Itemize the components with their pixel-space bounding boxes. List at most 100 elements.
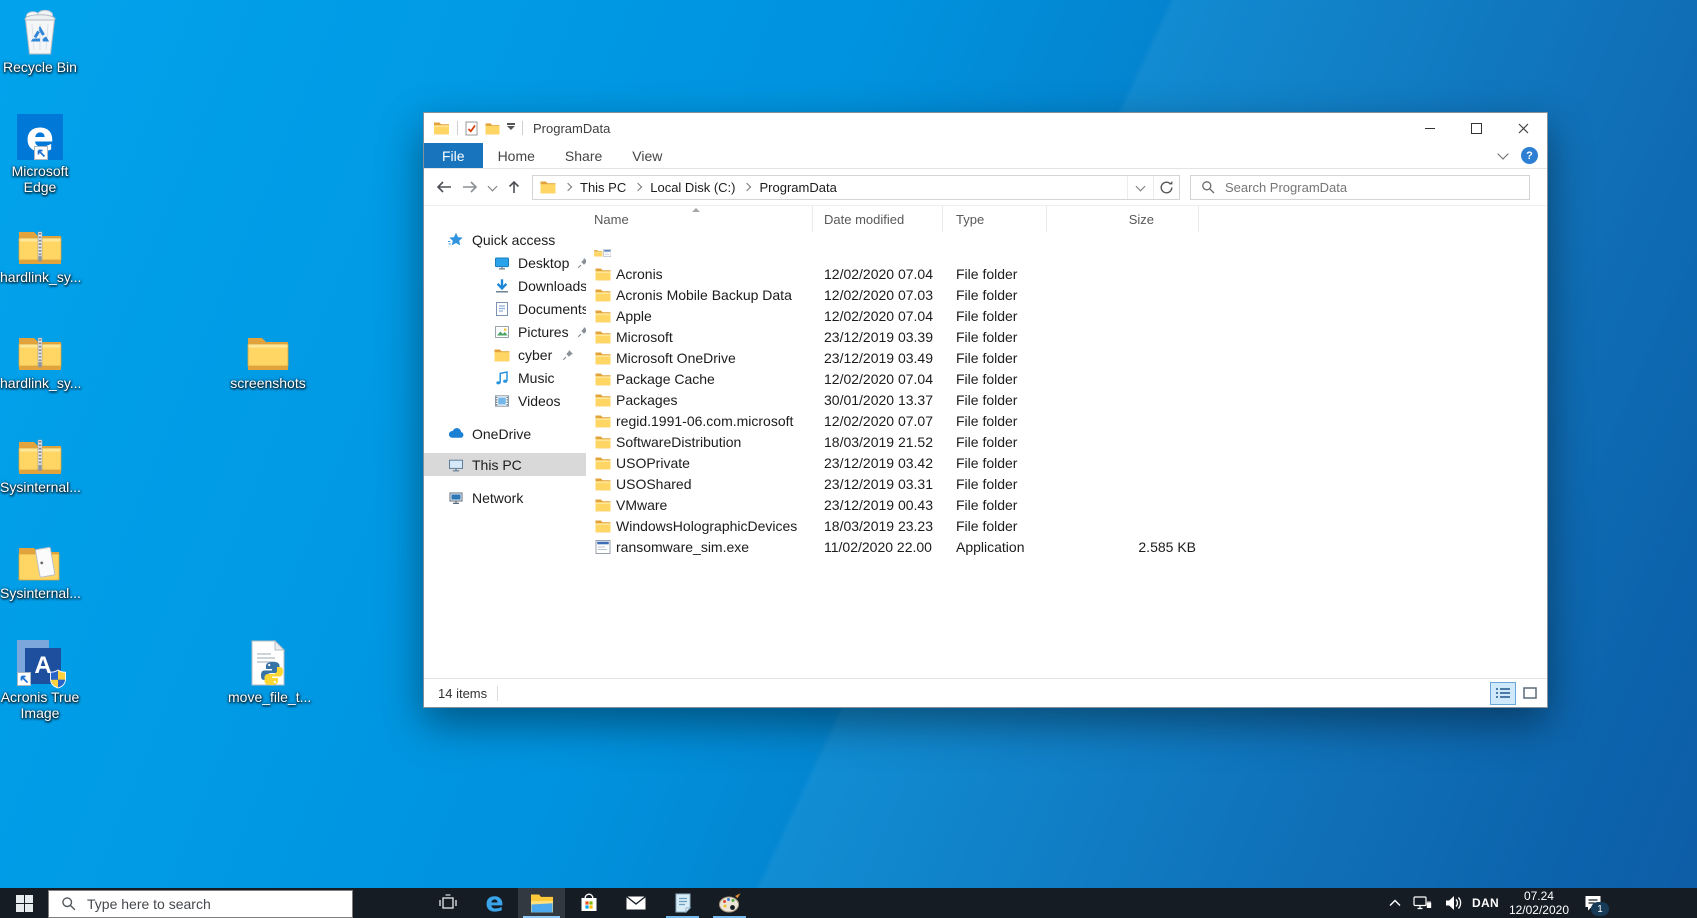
sidebar-item-videos[interactable]: Videos [424, 389, 586, 412]
recent-locations-button[interactable] [483, 174, 501, 201]
date: 12/02/2020 [1509, 903, 1569, 917]
sidebar-item-onedrive[interactable]: OneDrive [424, 422, 586, 445]
file-row[interactable]: VMware 23/12/2019 00.43 File folder [586, 494, 1547, 515]
breadcrumb-local-disk-c[interactable]: Local Disk (C:) [648, 180, 737, 195]
task-view-button[interactable] [424, 888, 471, 918]
file-row[interactable]: Microsoft OneDrive 23/12/2019 03.49 File… [586, 347, 1547, 368]
customize-qat-chevron-icon[interactable] [507, 126, 515, 130]
folder-icon [595, 288, 611, 302]
start-button[interactable] [0, 888, 48, 918]
tab-share[interactable]: Share [550, 143, 617, 168]
column-header-size[interactable]: Size [1047, 206, 1199, 232]
back-button[interactable] [431, 174, 457, 201]
new-folder-button[interactable] [485, 122, 500, 135]
tray-expand-button[interactable] [1389, 899, 1401, 907]
folder-icon [595, 498, 611, 512]
sidebar-item-this-pc[interactable]: This PC [424, 453, 586, 476]
taskbar-edge-button[interactable] [471, 888, 518, 918]
close-button[interactable] [1500, 113, 1547, 143]
sidebar-item-downloads[interactable]: Downloads [424, 274, 586, 297]
file-type: File folder [943, 497, 1047, 513]
breadcrumb-this-pc[interactable]: This PC [578, 180, 628, 195]
sidebar-item-pictures[interactable]: Pictures [424, 320, 586, 343]
file-row[interactable]: regid.1991-06.com.microsoft 12/02/2020 0… [586, 410, 1547, 431]
clock[interactable]: 07.24 12/02/2020 [1509, 889, 1569, 917]
minimize-button[interactable] [1406, 113, 1453, 143]
file-icon [594, 455, 611, 471]
properties-button[interactable] [465, 121, 478, 136]
sidebar-item-desktop[interactable]: Desktop [424, 251, 586, 274]
file-date-modified: 23/12/2019 03.31 [813, 476, 943, 492]
help-button[interactable] [1521, 147, 1538, 164]
taskbar-notepad-button[interactable] [659, 888, 706, 918]
refresh-button[interactable] [1153, 176, 1179, 199]
tab-home[interactable]: Home [483, 143, 550, 168]
file-row[interactable]: Acronis 12/02/2020 07.04 File folder [586, 263, 1547, 284]
expand-ribbon-chevron-icon[interactable] [1497, 148, 1508, 159]
sidebar-label: Quick access [472, 232, 555, 248]
window-folder-icon[interactable] [433, 121, 450, 135]
sidebar-item-documents[interactable]: Documents [424, 297, 586, 320]
column-header-type[interactable]: Type [943, 206, 1047, 232]
explorer-window: ProgramData File Home Share View [423, 112, 1548, 708]
desktop-icon-sysinternals-folder[interactable]: Sysinternal... [0, 534, 80, 601]
file-name: USOShared [616, 476, 691, 492]
maximize-button[interactable] [1453, 113, 1500, 143]
file-type: File folder [943, 476, 1047, 492]
desktop-icon-label: hardlink_sy... [0, 375, 80, 391]
file-row[interactable]: Microsoft 23/12/2019 03.39 File folder [586, 326, 1547, 347]
details-view-button[interactable] [1491, 683, 1515, 704]
file-type: File folder [943, 392, 1047, 408]
tab-file[interactable]: File [424, 143, 483, 168]
tray-volume-button[interactable] [1444, 895, 1462, 911]
folder-icon [246, 324, 290, 372]
desktop-icon-hardlink-zip-2[interactable]: hardlink_sy... [0, 324, 80, 391]
file-row[interactable]: Acronis Mobile Backup Data 12/02/2020 07… [586, 284, 1547, 305]
sidebar-item-cyber[interactable]: cyber [424, 343, 586, 366]
address-bar[interactable]: This PC Local Disk (C:) ProgramData [532, 175, 1180, 200]
desktop-icon-sysinternals-zip[interactable]: Sysinternal... [0, 428, 80, 495]
sidebar-item-quick-access[interactable]: Quick access [424, 228, 586, 251]
sidebar-item-network[interactable]: Network [424, 486, 586, 509]
title-bar: ProgramData [424, 113, 1547, 143]
explorer-search-input[interactable] [1223, 179, 1529, 196]
language-indicator[interactable]: DAN [1472, 896, 1499, 910]
column-header-name[interactable]: Name [586, 206, 813, 232]
taskbar-store-button[interactable] [565, 888, 612, 918]
desktop-icon-microsoft-edge[interactable]: Microsoft Edge [0, 112, 80, 195]
thumbnail-view-button[interactable] [1518, 683, 1542, 704]
file-row[interactable]: Apple 12/02/2020 07.04 File folder [586, 305, 1547, 326]
tab-view[interactable]: View [617, 143, 677, 168]
taskbar-file-explorer-button[interactable] [518, 888, 565, 918]
tray-network-button[interactable] [1413, 895, 1432, 911]
file-row[interactable]: ransomware_sim.exe 11/02/2020 22.00 Appl… [586, 536, 1547, 557]
taskbar-paint-button[interactable] [706, 888, 753, 918]
action-center-button[interactable]: 1 [1583, 893, 1603, 913]
taskbar-mail-button[interactable] [612, 888, 659, 918]
column-header-date-modified[interactable]: Date modified [813, 206, 943, 232]
file-row[interactable]: Packages 30/01/2020 13.37 File folder [586, 389, 1547, 410]
taskbar-search-box[interactable] [48, 890, 353, 918]
minimize-icon [1425, 128, 1435, 129]
network-icon [448, 490, 464, 506]
file-name: regid.1991-06.com.microsoft [616, 413, 793, 429]
file-row[interactable]: WindowsHolographicDevices 18/03/2019 23.… [586, 515, 1547, 536]
desktop-icon-recycle-bin[interactable]: Recycle Bin [0, 8, 80, 75]
desktop-icon-acronis-true-image[interactable]: Acronis True Image [0, 638, 80, 721]
up-button[interactable] [501, 174, 527, 201]
desktop-icon-move-file-script[interactable]: move_file_t... [228, 638, 308, 705]
desktop-icon-screenshots[interactable]: screenshots [228, 324, 308, 391]
file-row[interactable] [586, 242, 1547, 263]
sidebar-item-music[interactable]: Music [424, 366, 586, 389]
file-row[interactable]: USOPrivate 23/12/2019 03.42 File folder [586, 452, 1547, 473]
address-dropdown-button[interactable] [1127, 176, 1153, 199]
file-row[interactable]: USOShared 23/12/2019 03.31 File folder [586, 473, 1547, 494]
file-row[interactable]: Package Cache 12/02/2020 07.04 File fold… [586, 368, 1547, 389]
taskbar-search-input[interactable] [85, 895, 352, 913]
file-row[interactable]: SoftwareDistribution 18/03/2019 21.52 Fi… [586, 431, 1547, 452]
forward-button[interactable] [457, 174, 483, 201]
explorer-search-box[interactable] [1190, 175, 1530, 200]
folder-icon [595, 267, 611, 281]
desktop-icon-hardlink-zip-1[interactable]: hardlink_sy... [0, 218, 80, 285]
breadcrumb-programdata[interactable]: ProgramData [757, 180, 838, 195]
